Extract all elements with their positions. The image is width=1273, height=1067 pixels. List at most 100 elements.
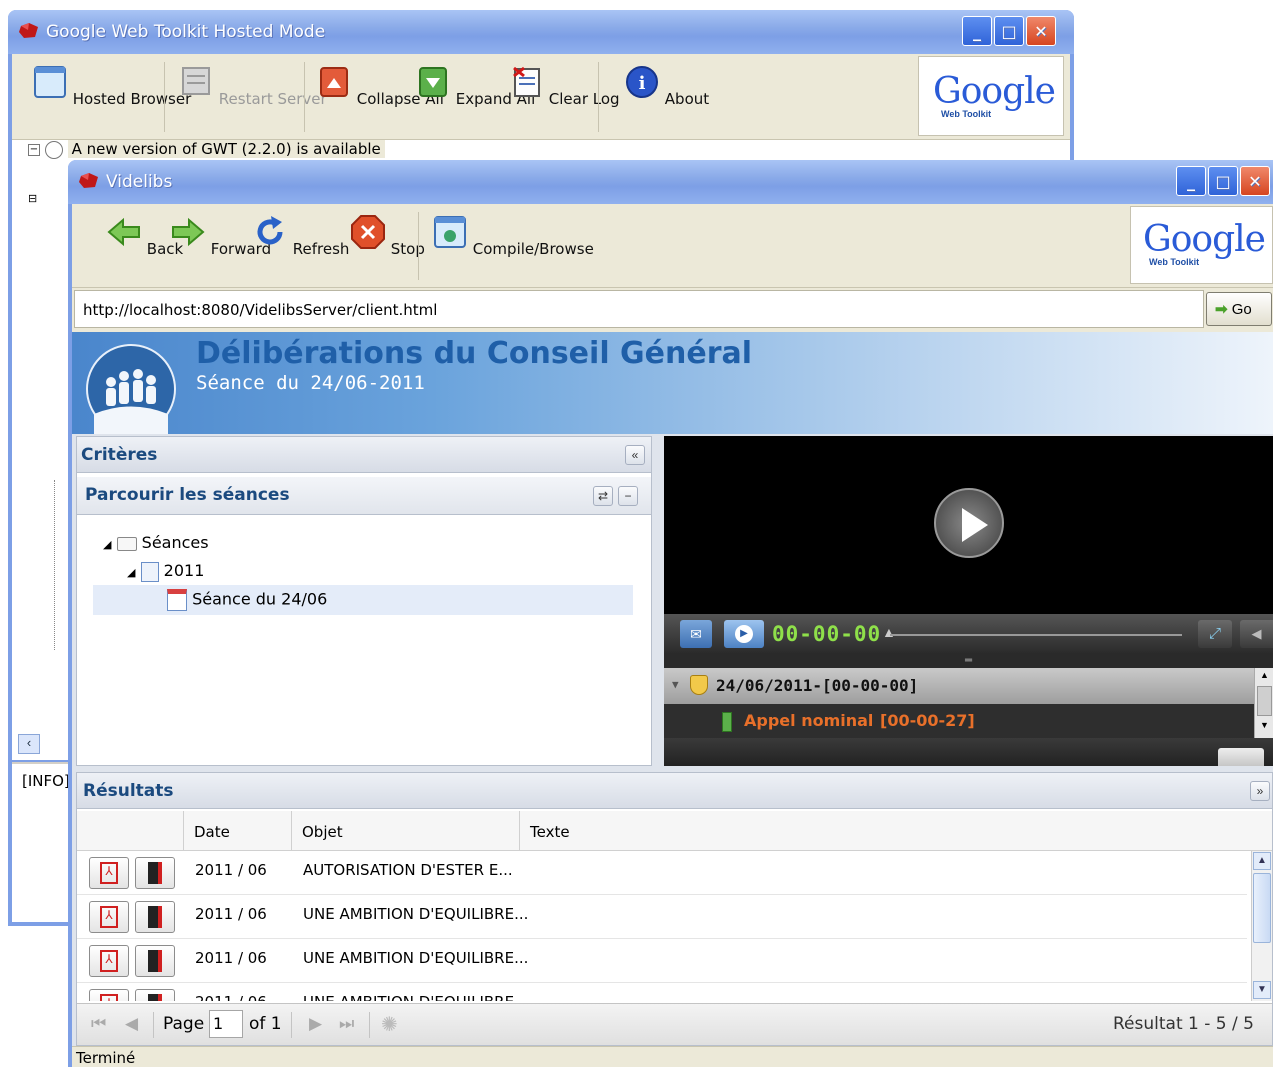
close-button[interactable]: ✕: [1026, 16, 1056, 46]
log-info-text: [INFO]: [22, 772, 70, 790]
collapse-icon: [320, 67, 348, 97]
refresh-button[interactable]: Refresh: [252, 214, 349, 258]
address-bar: http://localhost:8080/VidelibsServer/cli…: [72, 288, 1273, 332]
go-button[interactable]: ➡ Go: [1206, 292, 1272, 326]
toolbar-separator: [304, 62, 305, 132]
log-hscroll-left[interactable]: ‹: [18, 734, 40, 754]
chapter-scrollbar[interactable]: ▲ ▼: [1254, 668, 1273, 738]
column-header-date[interactable]: Date: [183, 811, 291, 850]
play-button[interactable]: [934, 488, 1004, 558]
tree-expand-icon[interactable]: ◢: [103, 538, 111, 551]
compile-icon: [434, 216, 466, 248]
fullscreen-button[interactable]: ⤢: [1198, 620, 1232, 648]
last-page-icon[interactable]: ⏭: [339, 1014, 354, 1034]
row-objet: UNE AMBITION D'EQUILIBRE: [303, 993, 514, 1001]
gwt-logo: Google Web Toolkit: [918, 56, 1064, 136]
splitter-handle[interactable]: ═: [664, 654, 1273, 668]
video-button[interactable]: [135, 901, 175, 933]
scroll-down-button[interactable]: ▼: [1253, 981, 1271, 999]
session-calendar-icon: [167, 589, 187, 611]
scroll-thumb[interactable]: [1253, 873, 1271, 943]
pdf-button[interactable]: ⅄: [89, 857, 129, 889]
compile-browse-label: Compile/Browse: [472, 240, 594, 258]
row-objet: UNE AMBITION D'EQUILIBRE...: [303, 905, 529, 923]
table-row[interactable]: ⅄ 2011 / 06 UNE AMBITION D'EQUILIBRE...: [77, 895, 1247, 939]
tree-collapse-icon[interactable]: −: [28, 143, 40, 156]
stop-icon: [351, 215, 385, 249]
web-toolkit-text: Web Toolkit: [1149, 257, 1200, 267]
prev-page-icon[interactable]: ◀: [125, 1014, 138, 1034]
info-icon: i: [626, 66, 658, 98]
hosted-window-title: Google Web Toolkit Hosted Mode: [46, 22, 326, 42]
chapter-expand-icon[interactable]: ▼: [672, 678, 679, 691]
tree-expand-icon[interactable]: ◢: [127, 566, 135, 579]
gwt-gem-icon: [79, 173, 98, 188]
tree-node-session-selected[interactable]: Séance du 24/06: [93, 585, 633, 615]
page-header: Délibérations du Conseil Général Séance …: [72, 332, 1273, 434]
results-title: Résultats: [83, 781, 174, 801]
close-button[interactable]: ✕: [1240, 166, 1270, 196]
tree-node-seances[interactable]: ◢ Séances: [103, 533, 209, 552]
seek-bar[interactable]: [890, 634, 1182, 636]
forward-arrow-icon: [172, 217, 205, 247]
column-header-objet[interactable]: Objet: [291, 811, 519, 850]
pdf-icon: ⅄: [100, 906, 118, 928]
results-summary: Résultat 1 - 5 / 5: [1113, 1014, 1254, 1034]
row-objet: UNE AMBITION D'EQUILIBRE...: [303, 949, 529, 967]
page-number-input[interactable]: 1: [209, 1010, 243, 1038]
tree-node-year[interactable]: ◢ 2011: [127, 561, 204, 582]
scroll-up-button[interactable]: ▲: [1253, 852, 1271, 870]
pdf-button[interactable]: ⅄: [89, 989, 129, 1001]
expand-results-button[interactable]: »: [1250, 781, 1270, 801]
log-tree-node[interactable]: ⊟: [28, 192, 37, 205]
video-clip-icon: [148, 950, 162, 972]
go-arrow-icon: ➡: [1215, 301, 1228, 318]
minimize-button[interactable]: _: [962, 16, 992, 46]
clear-log-button[interactable]: Clear Log: [508, 64, 620, 108]
refresh-tree-button[interactable]: ⇄: [593, 486, 613, 506]
video-button[interactable]: [135, 989, 175, 1001]
results-scrollbar[interactable]: ▲ ▼: [1251, 851, 1272, 1001]
log-tree-root[interactable]: − A new version of GWT (2.2.0) is availa…: [28, 140, 385, 162]
url-text: http://localhost:8080/VidelibsServer/cli…: [83, 301, 438, 319]
video-button[interactable]: [135, 857, 175, 889]
collapse-panel-button[interactable]: «: [625, 445, 645, 465]
video-button[interactable]: [135, 945, 175, 977]
table-row[interactable]: ⅄ 2011 / 06 UNE AMBITION D'EQUILIBRE: [77, 983, 1247, 1001]
column-header-texte[interactable]: Texte: [519, 811, 1247, 850]
gwt-logo: Google Web Toolkit: [1130, 206, 1273, 284]
maximize-button[interactable]: □: [994, 16, 1024, 46]
page-of-label: of 1: [249, 1014, 282, 1034]
play-small-button[interactable]: ▶: [724, 620, 764, 648]
chapter-item-row[interactable]: Appel nominal [00-00-27]: [664, 704, 1254, 738]
next-page-icon[interactable]: ▶: [309, 1014, 322, 1034]
hosted-browser-button[interactable]: Hosted Browser: [32, 64, 191, 108]
minimize-button[interactable]: _: [1176, 166, 1206, 196]
about-button[interactable]: i About: [624, 64, 709, 108]
maximize-button[interactable]: □: [1208, 166, 1238, 196]
table-row[interactable]: ⅄ 2011 / 06 AUTORISATION D'ESTER E...: [77, 851, 1247, 895]
seek-handle[interactable]: ▲: [882, 624, 896, 640]
player-controls: ✉ ▶ 00-00-00 ▲ ⤢ ◀: [664, 614, 1273, 654]
chapter-header-row[interactable]: ▼ 24/06/2011-[00-00-00]: [664, 668, 1254, 704]
google-logo-text: Google: [933, 71, 1056, 112]
pdf-button[interactable]: ⅄: [89, 901, 129, 933]
first-page-icon[interactable]: ⏮: [91, 1014, 106, 1034]
calendar-icon: [140, 561, 159, 582]
volume-button[interactable]: ◀: [1240, 620, 1273, 648]
compile-browse-button[interactable]: Compile/Browse: [432, 214, 594, 258]
refresh-results-icon[interactable]: ✺: [381, 1012, 398, 1036]
url-input[interactable]: http://localhost:8080/VidelibsServer/cli…: [74, 290, 1204, 328]
pager-separator: [153, 1012, 154, 1038]
pdf-button[interactable]: ⅄: [89, 945, 129, 977]
minimize-tree-button[interactable]: −: [618, 486, 638, 506]
table-row[interactable]: ⅄ 2011 / 06 UNE AMBITION D'EQUILIBRE...: [77, 939, 1247, 983]
stop-button[interactable]: Stop: [350, 214, 425, 258]
refresh-icon: [257, 216, 283, 245]
add-chapter-button[interactable]: [1218, 748, 1264, 766]
page-label: Page: [163, 1014, 205, 1034]
row-date: 2011 / 06: [195, 993, 267, 1001]
row-objet: AUTORISATION D'ESTER E...: [303, 861, 513, 879]
pager-separator: [369, 1012, 370, 1038]
email-button[interactable]: ✉: [680, 620, 712, 648]
